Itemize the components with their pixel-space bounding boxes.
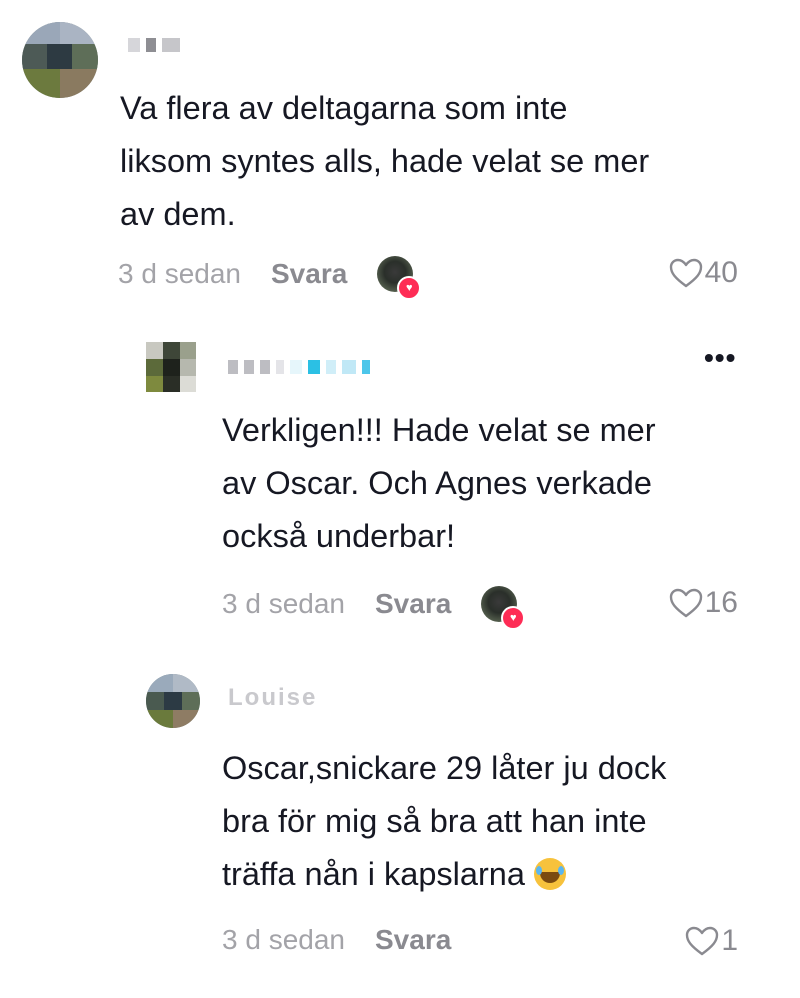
heart-icon: ♥	[501, 606, 526, 630]
timestamp: 3 d sedan	[118, 258, 241, 289]
username-blurred[interactable]	[228, 352, 376, 380]
comment-text: Oscar,snickare 29 låter ju dock bra för …	[222, 750, 667, 892]
timestamp: 3 d sedan	[222, 588, 345, 619]
reply-button[interactable]: Svara	[375, 588, 451, 620]
like-count: 40	[704, 256, 738, 289]
reply-button[interactable]: Svara	[271, 258, 347, 290]
comment-meta: 3 d sedan Svara	[222, 924, 451, 956]
comment-text: Verkligen!!! Hade velat se mer av Oscar.…	[222, 412, 656, 554]
like-count: 1	[721, 924, 738, 957]
reply-button[interactable]: Svara	[375, 924, 451, 956]
heart-icon: ♥	[397, 276, 422, 300]
avatar[interactable]	[146, 674, 200, 728]
more-options-button[interactable]: •••	[704, 342, 736, 374]
like-count: 16	[704, 586, 738, 619]
comment-text: Va flera av deltagarna som inte liksom s…	[120, 90, 650, 232]
username[interactable]: Louise	[228, 684, 317, 712]
like-button[interactable]: 1	[685, 924, 738, 958]
comment-meta: 3 d sedan Svara ♥	[118, 256, 422, 300]
comment-meta: 3 d sedan Svara ♥	[222, 586, 526, 630]
face-with-tears-of-joy-icon	[533, 858, 566, 890]
like-button[interactable]: 40	[669, 256, 738, 290]
avatar[interactable]	[146, 342, 196, 392]
timestamp: 3 d sedan	[222, 924, 345, 955]
creator-liked-badge: ♥	[481, 586, 526, 630]
heart-outline-icon	[686, 926, 719, 956]
username-blurred[interactable]	[128, 30, 186, 58]
avatar[interactable]	[22, 22, 98, 98]
heart-outline-icon	[669, 258, 702, 288]
like-button[interactable]: 16	[669, 586, 738, 620]
heart-outline-icon	[669, 588, 702, 618]
creator-liked-badge: ♥	[377, 256, 422, 300]
